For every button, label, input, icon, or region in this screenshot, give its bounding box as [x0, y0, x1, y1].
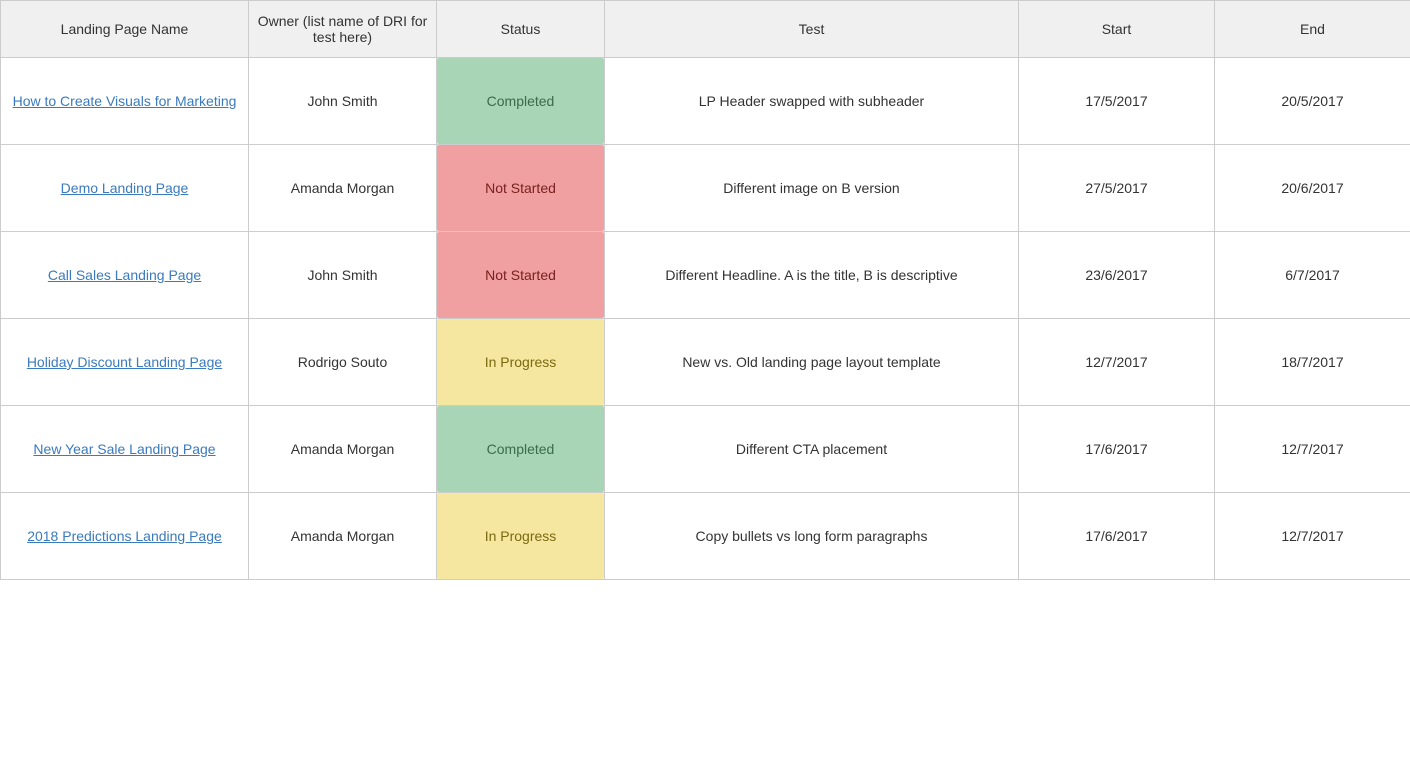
status-badge: Completed — [437, 406, 604, 492]
cell-end: 12/7/2017 — [1215, 493, 1410, 580]
cell-name: New Year Sale Landing Page — [1, 406, 249, 493]
cell-owner: Amanda Morgan — [249, 406, 437, 493]
cell-name: How to Create Visuals for Marketing — [1, 58, 249, 145]
cell-test: Different image on B version — [605, 145, 1019, 232]
table-row: Demo Landing Page Amanda MorganNot Starte… — [1, 145, 1410, 232]
header-status: Status — [437, 1, 605, 58]
cell-test: Copy bullets vs long form paragraphs — [605, 493, 1019, 580]
cell-start: 27/5/2017 — [1019, 145, 1215, 232]
cell-test: New vs. Old landing page layout template — [605, 319, 1019, 406]
landing-page-link[interactable]: Call Sales Landing Page — [48, 267, 201, 283]
header-end: End — [1215, 1, 1410, 58]
status-badge: In Progress — [437, 493, 604, 579]
landing-page-table: Landing Page Name Owner (list name of DR… — [0, 0, 1410, 580]
header-test: Test — [605, 1, 1019, 58]
cell-end: 18/7/2017 — [1215, 319, 1410, 406]
cell-end: 12/7/2017 — [1215, 406, 1410, 493]
landing-page-link[interactable]: New Year Sale Landing Page — [33, 441, 215, 457]
cell-status: In Progress — [437, 493, 605, 580]
cell-test: Different CTA placement — [605, 406, 1019, 493]
table-row: Call Sales Landing Page John SmithNot Sta… — [1, 232, 1410, 319]
landing-page-link[interactable]: Demo Landing Page — [61, 180, 189, 196]
table-row: How to Create Visuals for Marketing John … — [1, 58, 1410, 145]
status-badge: Not Started — [437, 232, 604, 318]
cell-start: 17/5/2017 — [1019, 58, 1215, 145]
cell-status: Not Started — [437, 232, 605, 319]
status-badge: In Progress — [437, 319, 604, 405]
status-badge: Completed — [437, 58, 604, 144]
cell-status: Completed — [437, 406, 605, 493]
cell-start: 17/6/2017 — [1019, 406, 1215, 493]
status-badge: Not Started — [437, 145, 604, 231]
cell-name: 2018 Predictions Landing Page — [1, 493, 249, 580]
landing-page-link[interactable]: How to Create Visuals for Marketing — [13, 93, 237, 109]
header-name: Landing Page Name — [1, 1, 249, 58]
cell-name: Holiday Discount Landing Page — [1, 319, 249, 406]
header-start: Start — [1019, 1, 1215, 58]
cell-name: Demo Landing Page — [1, 145, 249, 232]
cell-owner: John Smith — [249, 58, 437, 145]
cell-owner: John Smith — [249, 232, 437, 319]
table-row: New Year Sale Landing Page Amanda MorganC… — [1, 406, 1410, 493]
cell-owner: Rodrigo Souto — [249, 319, 437, 406]
cell-test: LP Header swapped with subheader — [605, 58, 1019, 145]
cell-status: Completed — [437, 58, 605, 145]
cell-start: 23/6/2017 — [1019, 232, 1215, 319]
cell-status: In Progress — [437, 319, 605, 406]
header-owner: Owner (list name of DRI for test here) — [249, 1, 437, 58]
cell-owner: Amanda Morgan — [249, 493, 437, 580]
cell-test: Different Headline. A is the title, B is… — [605, 232, 1019, 319]
table-header-row: Landing Page Name Owner (list name of DR… — [1, 1, 1410, 58]
cell-name: Call Sales Landing Page — [1, 232, 249, 319]
cell-end: 20/5/2017 — [1215, 58, 1410, 145]
table-row: 2018 Predictions Landing Page Amanda Morg… — [1, 493, 1410, 580]
cell-end: 6/7/2017 — [1215, 232, 1410, 319]
table-row: Holiday Discount Landing Page Rodrigo Sou… — [1, 319, 1410, 406]
cell-owner: Amanda Morgan — [249, 145, 437, 232]
cell-status: Not Started — [437, 145, 605, 232]
landing-page-link[interactable]: Holiday Discount Landing Page — [27, 354, 222, 370]
cell-start: 17/6/2017 — [1019, 493, 1215, 580]
landing-page-link[interactable]: 2018 Predictions Landing Page — [27, 528, 222, 544]
cell-end: 20/6/2017 — [1215, 145, 1410, 232]
cell-start: 12/7/2017 — [1019, 319, 1215, 406]
